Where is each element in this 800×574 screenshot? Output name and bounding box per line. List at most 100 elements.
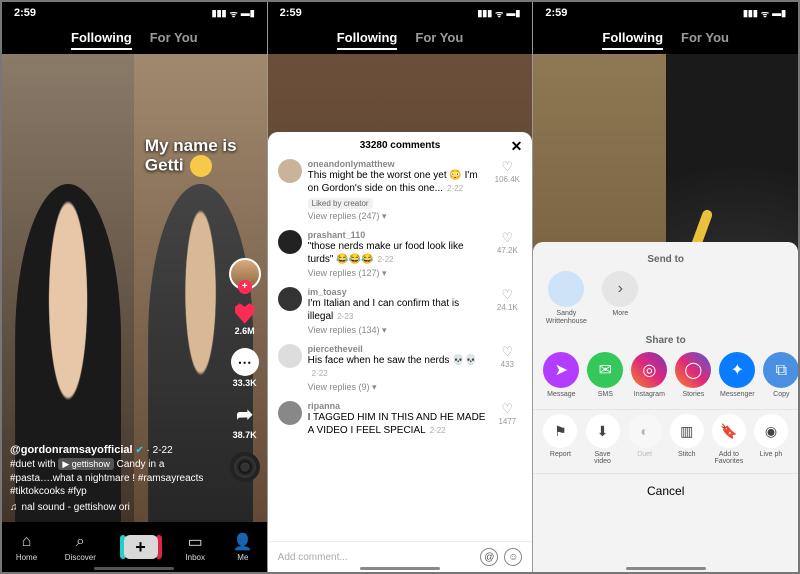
comment-text: "those nerds make ur food look like turd… (308, 241, 487, 266)
comment-input[interactable]: Add comment... (278, 552, 475, 563)
shareto-target[interactable]: ◎Instagram (631, 352, 667, 399)
home-icon: ⌂ (16, 532, 36, 552)
comment-list[interactable]: oneandonlymatthewThis might be the worst… (268, 159, 533, 541)
shareto-target[interactable]: ⧉Copy (763, 352, 798, 399)
comment-item[interactable]: piercetheveiIHis face when he saw the ne… (278, 344, 523, 393)
tab-following[interactable]: Following (337, 30, 398, 50)
like-count: 2.6M (235, 326, 255, 336)
share-button[interactable]: ➦ 38.7K (231, 400, 259, 440)
tab-foryou[interactable]: For You (415, 30, 463, 50)
sound-disc[interactable] (230, 452, 260, 482)
comment-item[interactable]: im_toasyI'm Italian and I can confirm th… (278, 287, 523, 336)
view-replies-button[interactable]: View replies (134) ▾ (308, 325, 487, 336)
sendto-target[interactable]: ›More (597, 271, 643, 325)
comment-username[interactable]: prashant_110 (308, 230, 487, 240)
heart-outline-icon: ♡ (502, 344, 514, 360)
creator-username[interactable]: @gordonramsayofficial (10, 444, 133, 456)
action-icon: ▥ (670, 414, 704, 448)
feed-tabs: Following For You (533, 24, 798, 54)
nav-create[interactable]: + (124, 535, 158, 559)
comments-sheet: 33280 comments ✕ oneandonlymatthewThis m… (268, 132, 533, 572)
sendto-target[interactable]: Sandy Writtenhouse (543, 271, 589, 325)
comment-username[interactable]: im_toasy (308, 287, 487, 297)
video-player[interactable]: My name is Getti + 2.6M ⋯ 33.3K ➦ 38.7K (2, 54, 267, 572)
feed-tabs: Following For You (268, 24, 533, 54)
profile-icon: 👤 (233, 532, 253, 552)
mention-icon[interactable]: @ (480, 548, 498, 566)
inbox-icon: ▭ (185, 532, 205, 552)
comment-item[interactable]: prashant_110"those nerds make ur food lo… (278, 230, 523, 279)
comment-avatar[interactable] (278, 344, 302, 368)
comment-avatar[interactable] (278, 159, 302, 183)
tab-following[interactable]: Following (602, 30, 663, 50)
shareto-target[interactable]: ➤Message (543, 352, 579, 399)
status-icons: ▮▮▮ᯤ▬▮ (477, 7, 520, 20)
app-icon: ◎ (631, 352, 667, 388)
shareto-target[interactable]: ◯Stories (675, 352, 711, 399)
comment-avatar[interactable] (278, 230, 302, 254)
comment-like-button[interactable]: ♡24.1K (492, 287, 522, 336)
share-action[interactable]: 🔖Add to Favorites (712, 414, 746, 465)
follow-plus-icon[interactable]: + (238, 280, 252, 294)
action-icon: 🔖 (712, 414, 746, 448)
view-replies-button[interactable]: View replies (247) ▾ (308, 211, 487, 222)
cancel-button[interactable]: Cancel (533, 473, 798, 508)
share-action[interactable]: ⚑Report (543, 414, 577, 465)
comment-item[interactable]: ripannaI TAGGED HIM IN THIS AND HE MADE … (278, 401, 523, 438)
like-button[interactable]: 2.6M (233, 302, 257, 336)
share-action[interactable]: ▥Stitch (670, 414, 704, 465)
action-icon: ◐ (628, 414, 662, 448)
comment-item[interactable]: oneandonlymatthewThis might be the worst… (278, 159, 523, 222)
comment-avatar[interactable] (278, 287, 302, 311)
screenshot-share: 2:59 ▮▮▮ᯤ▬▮ Following For You Send to Sa… (533, 2, 798, 572)
emoji-picker-icon[interactable]: ☺ (504, 548, 522, 566)
comment-like-button[interactable]: ♡1477 (492, 401, 522, 438)
share-count: 38.7K (233, 430, 257, 440)
tab-following[interactable]: Following (71, 30, 132, 50)
close-icon[interactable]: ✕ (511, 138, 523, 155)
shareto-target[interactable]: ✦Messenger (719, 352, 755, 399)
shareto-heading: Share to (533, 335, 798, 346)
comment-icon: ⋯ (231, 348, 259, 376)
plus-icon: + (124, 535, 158, 559)
app-icon: ⧉ (763, 352, 798, 388)
view-replies-button[interactable]: View replies (9) ▾ (308, 382, 487, 393)
nav-discover[interactable]: ⌕Discover (65, 532, 96, 562)
nav-inbox[interactable]: ▭Inbox (185, 532, 205, 562)
app-icon: ➤ (543, 352, 579, 388)
nav-home[interactable]: ⌂Home (16, 532, 37, 562)
comment-username[interactable]: ripanna (308, 401, 487, 411)
shareto-target[interactable]: ✉SMS (587, 352, 623, 399)
status-icons: ▮▮▮ᯤ▬▮ (743, 7, 786, 20)
comment-avatar[interactable] (278, 401, 302, 425)
comment-username[interactable]: oneandonlymatthew (308, 159, 487, 169)
view-replies-button[interactable]: View replies (127) ▾ (308, 268, 487, 279)
share-action[interactable]: ⬇Save video (585, 414, 619, 465)
tab-foryou[interactable]: For You (681, 30, 729, 50)
heart-outline-icon: ♡ (502, 287, 514, 303)
action-icon: ⬇ (586, 414, 620, 448)
comment-like-count: 106.4K (495, 175, 520, 184)
caption-text[interactable]: #duet with ▶ gettishow Candy in a #pasta… (10, 458, 207, 499)
comment-like-button[interactable]: ♡433 (492, 344, 522, 393)
shareto-row: ➤Message✉SMS◎Instagram◯Stories✦Messenger… (533, 352, 798, 407)
liked-by-creator-badge: Liked by creator (308, 198, 373, 209)
sendto-row: Sandy Writtenhouse›More (533, 271, 798, 333)
duet-chip[interactable]: ▶ gettishow (58, 458, 113, 470)
comments-button[interactable]: ⋯ 33.3K (231, 348, 259, 388)
sound-row[interactable]: ♫ nal sound - gettishow ori (10, 501, 207, 515)
comment-like-count: 24.1K (497, 303, 518, 312)
share-sheet: Send to Sandy Writtenhouse›More Share to… (533, 242, 798, 572)
post-date: 2-22 (153, 445, 173, 456)
creator-avatar[interactable]: + (229, 258, 261, 290)
music-note-icon: ♫ (10, 501, 18, 515)
share-action[interactable]: ◉Live ph (754, 414, 788, 465)
status-bar: 2:59 ▮▮▮ᯤ▬▮ (268, 2, 533, 24)
comment-username[interactable]: piercetheveiI (308, 344, 487, 354)
tab-foryou[interactable]: For You (150, 30, 198, 50)
nav-me[interactable]: 👤Me (233, 532, 253, 562)
comment-like-button[interactable]: ♡106.4K (492, 159, 522, 222)
app-icon: ✉ (587, 352, 623, 388)
signal-icon: ▮▮▮ (212, 8, 227, 19)
comment-like-button[interactable]: ♡47.2K (492, 230, 522, 279)
